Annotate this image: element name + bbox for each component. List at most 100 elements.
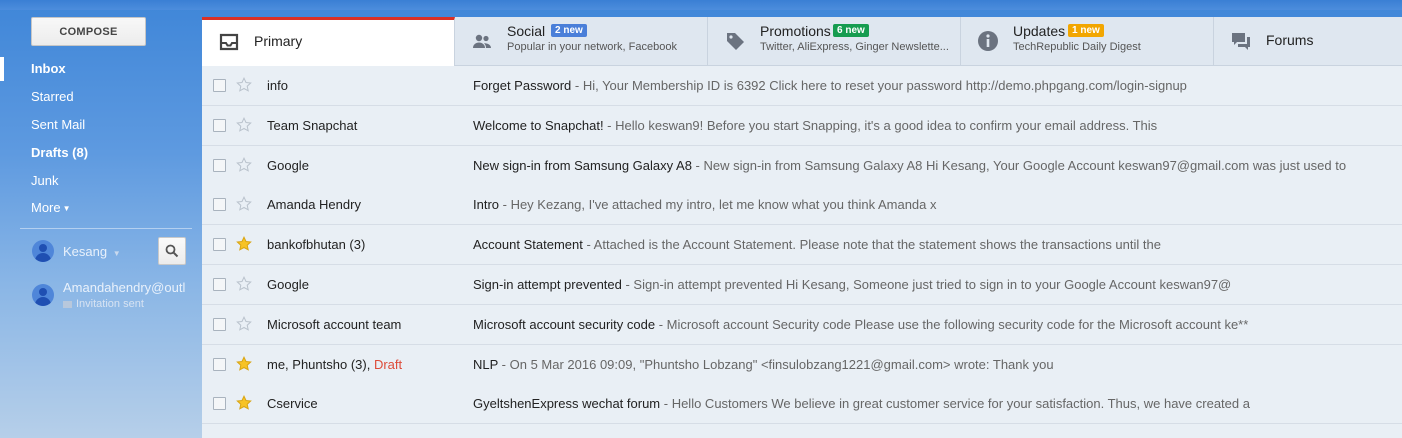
tab-social-title: Social bbox=[507, 23, 546, 39]
mail-icon bbox=[63, 300, 72, 308]
email-subject: Welcome to Snapchat! bbox=[473, 117, 604, 133]
tab-forums-title: Forums bbox=[1266, 32, 1314, 48]
tab-promotions[interactable]: Promotions 6 new Twitter, AliExpress, Gi… bbox=[708, 17, 961, 66]
email-content: New sign-in from Samsung Galaxy A8 - New… bbox=[473, 158, 1393, 173]
tag-icon bbox=[727, 33, 744, 50]
email-content: Welcome to Snapchat! - Hello keswan9! Be… bbox=[473, 118, 1393, 133]
select-checkbox[interactable] bbox=[213, 118, 226, 132]
email-sender: Team Snapchat bbox=[267, 118, 357, 133]
email-row[interactable]: bankofbhutan (3) Account Statement - Atta… bbox=[202, 225, 1402, 266]
tab-promotions-title: Promotions bbox=[760, 23, 831, 39]
email-snippet: - Hey Kezang, I've attached my intro, le… bbox=[499, 197, 937, 213]
star-filled-icon[interactable] bbox=[236, 395, 252, 411]
star-outline-icon[interactable] bbox=[236, 156, 252, 173]
email-sender-name: Team Snapchat bbox=[267, 117, 358, 133]
tab-updates-badge: 1 new bbox=[1068, 24, 1104, 37]
tab-primary[interactable]: Primary bbox=[202, 17, 455, 67]
email-sender-name: info bbox=[267, 78, 288, 93]
nav-starred[interactable]: Starred bbox=[31, 89, 74, 104]
select-checkbox[interactable] bbox=[213, 238, 226, 252]
email-snippet: - On 5 Mar 2016 09:09, "Phuntsho Lobzang… bbox=[498, 356, 1054, 372]
email-sender-name: Microsoft account team bbox=[267, 316, 402, 332]
tab-social-badge: 2 new bbox=[551, 24, 587, 37]
email-sender: Google bbox=[267, 277, 309, 292]
compose-button[interactable]: COMPOSE bbox=[31, 17, 146, 46]
caret-down-icon: ▼ bbox=[62, 204, 71, 214]
self-contact-name: Kesang bbox=[63, 244, 108, 259]
email-row[interactable]: Team Snapchat Welcome to Snapchat! - Hell… bbox=[202, 105, 1402, 146]
email-subject: Intro bbox=[473, 197, 500, 213]
email-row[interactable]: Google New sign-in from Samsung Galaxy A8… bbox=[202, 145, 1402, 186]
email-snippet: - Attached is the Account Statement. Ple… bbox=[582, 237, 1161, 253]
email-subject: Sign-in attempt prevented bbox=[473, 277, 622, 292]
select-checkbox[interactable] bbox=[213, 198, 226, 212]
contact-amanda[interactable]: Amandahendry@outl bbox=[63, 280, 191, 295]
email-subject: Forget Password bbox=[473, 78, 572, 93]
star-outline-icon[interactable] bbox=[236, 196, 252, 212]
select-checkbox[interactable] bbox=[213, 158, 226, 172]
star-outline-icon[interactable] bbox=[236, 315, 252, 332]
tab-forums[interactable]: Forums bbox=[1214, 17, 1402, 66]
email-sender-name: bankofbhutan (3) bbox=[267, 237, 366, 253]
email-content: Forget Password - Hi, Your Membership ID… bbox=[473, 78, 1393, 93]
email-snippet: - Hello keswan9! Before you start Snappi… bbox=[603, 117, 1158, 133]
email-sender-name: Amanda Hendry bbox=[267, 197, 361, 213]
sidebar: COMPOSE Inbox Starred Sent Mail Drafts (… bbox=[0, 0, 202, 438]
email-row[interactable]: me, Phuntsho (3), Draft NLP - On 5 Mar 20… bbox=[202, 344, 1402, 385]
email-sender: me, Phuntsho (3), Draft bbox=[267, 357, 402, 372]
nav-sent-mail[interactable]: Sent Mail bbox=[31, 117, 85, 132]
nav-more[interactable]: More ▼ bbox=[31, 200, 71, 215]
star-filled-icon[interactable] bbox=[236, 355, 252, 372]
draft-label: Draft bbox=[373, 356, 403, 372]
email-row[interactable]: info Forget Password - Hi, Your Membershi… bbox=[202, 66, 1402, 106]
star-outline-icon[interactable] bbox=[236, 276, 252, 292]
email-sender-name: Cservice bbox=[267, 396, 318, 412]
email-snippet: - Hi, Your Membership ID is 6392 Click h… bbox=[571, 78, 1187, 93]
self-avatar-icon bbox=[32, 240, 54, 262]
email-content: Account Statement - Attached is the Acco… bbox=[473, 237, 1393, 252]
email-snippet: - Hello Customers We believe in great cu… bbox=[660, 396, 1250, 412]
email-sender: info bbox=[267, 78, 288, 93]
tab-social[interactable]: Social 2 new Popular in your network, Fa… bbox=[455, 17, 708, 66]
search-people-button[interactable] bbox=[158, 237, 186, 265]
select-checkbox[interactable] bbox=[213, 79, 226, 92]
select-checkbox[interactable] bbox=[213, 397, 226, 411]
email-subject: Microsoft account security code bbox=[473, 316, 656, 332]
email-content: Microsoft account security code - Micros… bbox=[473, 317, 1393, 332]
main-panel: Primary Social 2 new Popular in your net… bbox=[202, 17, 1402, 438]
tab-updates[interactable]: Updates 1 new TechRepublic Daily Digest bbox=[961, 17, 1214, 66]
category-tabs: Primary Social 2 new Popular in your net… bbox=[202, 17, 1402, 67]
nav-more-label: More bbox=[31, 200, 61, 215]
tab-promotions-badge: 6 new bbox=[833, 24, 869, 37]
email-sender: Microsoft account team bbox=[267, 317, 401, 332]
select-checkbox[interactable] bbox=[213, 278, 226, 291]
tab-promotions-subtitle: Twitter, AliExpress, Ginger Newslette... bbox=[760, 41, 949, 53]
nav-inbox[interactable]: Inbox bbox=[31, 61, 66, 76]
email-sender-name: Google bbox=[267, 277, 309, 292]
email-row-partial[interactable] bbox=[202, 424, 1402, 438]
sidebar-divider bbox=[20, 228, 192, 229]
select-checkbox[interactable] bbox=[213, 317, 226, 331]
email-sender: Google bbox=[267, 158, 309, 173]
star-outline-icon[interactable] bbox=[236, 116, 252, 133]
email-row[interactable]: Cservice GyeltshenExpress wechat forum - … bbox=[202, 384, 1402, 425]
nav-drafts[interactable]: Drafts (8) bbox=[31, 145, 88, 160]
email-row[interactable]: Google Sign-in attempt prevented - Sign-i… bbox=[202, 265, 1402, 305]
inbox-selected-marker bbox=[0, 57, 4, 81]
email-row[interactable]: Amanda Hendry Intro - Hey Kezang, I've at… bbox=[202, 185, 1402, 226]
nav-junk[interactable]: Junk bbox=[31, 173, 58, 188]
star-filled-icon[interactable] bbox=[236, 236, 252, 252]
email-content: NLP - On 5 Mar 2016 09:09, "Phuntsho Lob… bbox=[473, 357, 1393, 372]
email-sender: bankofbhutan (3) bbox=[267, 237, 365, 252]
email-sender: Cservice bbox=[267, 396, 318, 411]
self-contact[interactable]: Kesang ▼ bbox=[63, 244, 121, 259]
email-sender-name: Google bbox=[267, 157, 309, 173]
email-row[interactable]: Microsoft account team Microsoft account … bbox=[202, 304, 1402, 345]
search-icon bbox=[165, 244, 179, 258]
contact-status: Invitation sent bbox=[63, 298, 144, 310]
contact-avatar-icon bbox=[32, 284, 54, 306]
select-checkbox[interactable] bbox=[213, 357, 226, 371]
star-outline-icon[interactable] bbox=[236, 77, 252, 93]
tab-primary-title: Primary bbox=[254, 33, 303, 49]
email-content: Sign-in attempt prevented - Sign-in atte… bbox=[473, 277, 1393, 292]
